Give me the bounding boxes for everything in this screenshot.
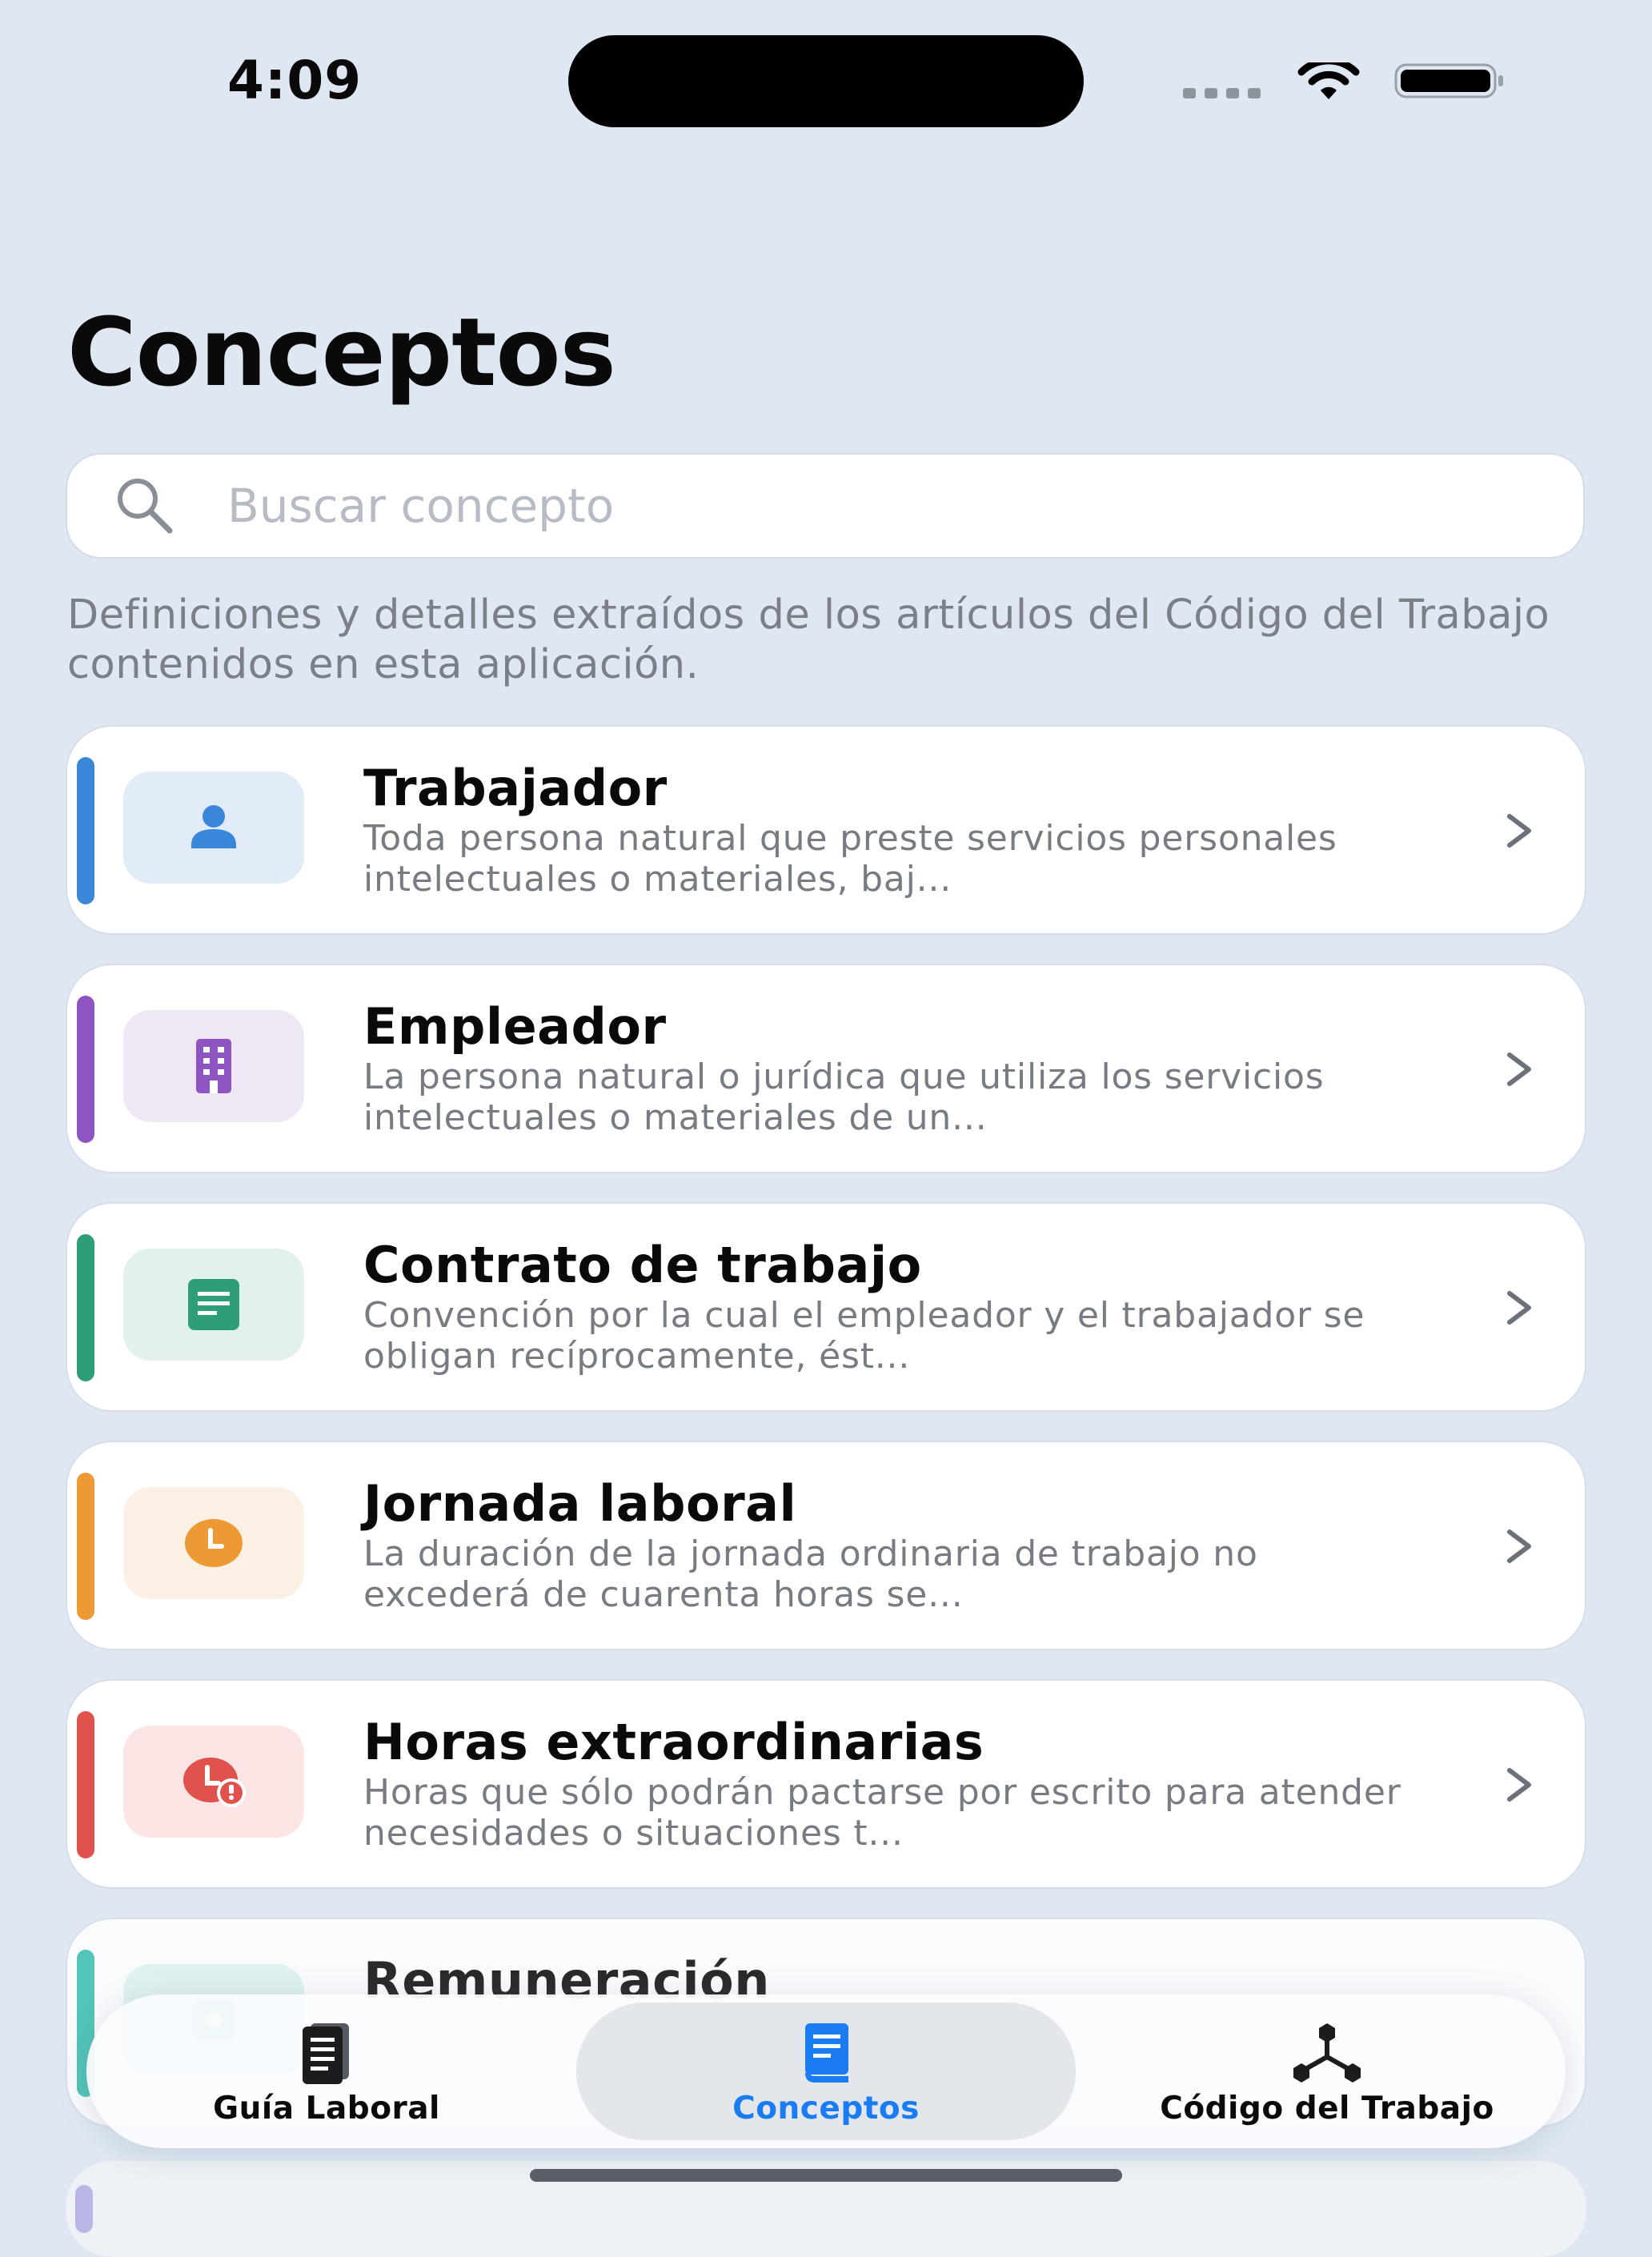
wifi-icon [1297, 62, 1360, 99]
tab-codigo-del-trabajo[interactable]: Código del Trabajo [1111, 1994, 1543, 2148]
chevron-right-icon [1507, 1052, 1531, 1086]
home-indicator [530, 2169, 1122, 2182]
chevron-right-icon [1507, 814, 1531, 848]
card-summary: Horas que sólo podrán pactarse por escri… [363, 1772, 1401, 1854]
network-icon [1293, 2022, 1361, 2083]
tab-label: Conceptos [732, 2090, 920, 2127]
page-title: Conceptos [67, 297, 616, 407]
tab-label: Guía Laboral [213, 2090, 440, 2127]
search-bar[interactable] [66, 453, 1585, 559]
concept-card-trabajador[interactable]: Trabajador Toda persona natural que pres… [66, 725, 1586, 935]
card-accent-bar [77, 996, 94, 1143]
battery-icon [1394, 63, 1503, 98]
tab-label: Código del Trabajo [1160, 2090, 1494, 2127]
status-time: 4:09 [227, 50, 363, 111]
chevron-right-icon [1507, 1529, 1531, 1563]
card-icon-box [123, 772, 304, 884]
card-accent-bar [77, 1234, 94, 1381]
building-icon [196, 1039, 231, 1093]
card-title: Trabajador [363, 759, 668, 817]
chevron-right-icon [1507, 1768, 1531, 1802]
chevron-right-icon [1507, 1291, 1531, 1325]
card-summary: Toda persona natural que preste servicio… [363, 818, 1337, 900]
tab-conceptos[interactable]: Conceptos [576, 2002, 1076, 2140]
card-summary: La duración de la jornada ordinaria de t… [363, 1533, 1258, 1615]
book-icon [303, 2022, 349, 2084]
concept-card-contrato-de-trabajo[interactable]: Contrato de trabajo Convención por la cu… [66, 1202, 1586, 1412]
card-icon-box [123, 1249, 304, 1361]
card-title: Empleador [363, 997, 667, 1056]
clock-icon [185, 1519, 243, 1567]
concept-card-horas-extraordinarias[interactable]: Horas extraordinarias Horas que sólo pod… [66, 1679, 1586, 1889]
card-accent-bar [77, 1711, 94, 1858]
text-book-icon [805, 2022, 848, 2083]
card-title: Jornada laboral [363, 1474, 797, 1533]
person-icon [191, 805, 236, 848]
tab-guia-laboral[interactable]: Guía Laboral [118, 1994, 535, 2148]
card-icon-box [123, 1010, 304, 1122]
concept-card-empleador[interactable]: Empleador La persona natural o jurídica … [66, 964, 1586, 1173]
card-summary: La persona natural o jurídica que utiliz… [363, 1056, 1325, 1138]
tab-bar: Guía Laboral Conceptos Código del Trabaj… [86, 1994, 1566, 2148]
document-icon [188, 1279, 239, 1330]
concept-card-jornada-laboral[interactable]: Jornada laboral La duración de la jornad… [66, 1441, 1586, 1650]
concept-list: Trabajador Toda persona natural que pres… [66, 725, 1586, 2156]
card-icon-box [123, 1726, 304, 1838]
cellular-signal-icon [1183, 88, 1261, 98]
card-summary: Convención por la cual el empleador y el… [363, 1295, 1365, 1377]
clock-alert-icon [183, 1758, 246, 1807]
card-title: Contrato de trabajo [363, 1236, 922, 1294]
card-icon-box [123, 1487, 304, 1599]
search-input[interactable] [226, 465, 1510, 547]
card-accent-bar [77, 757, 94, 904]
card-title: Horas extraordinarias [363, 1713, 984, 1771]
card-accent-bar [77, 1473, 94, 1620]
intro-text: Definiciones y detalles extraídos de los… [67, 591, 1550, 688]
dynamic-island [568, 35, 1084, 127]
status-bar: 4:09 [0, 0, 1652, 168]
search-icon [118, 479, 173, 534]
